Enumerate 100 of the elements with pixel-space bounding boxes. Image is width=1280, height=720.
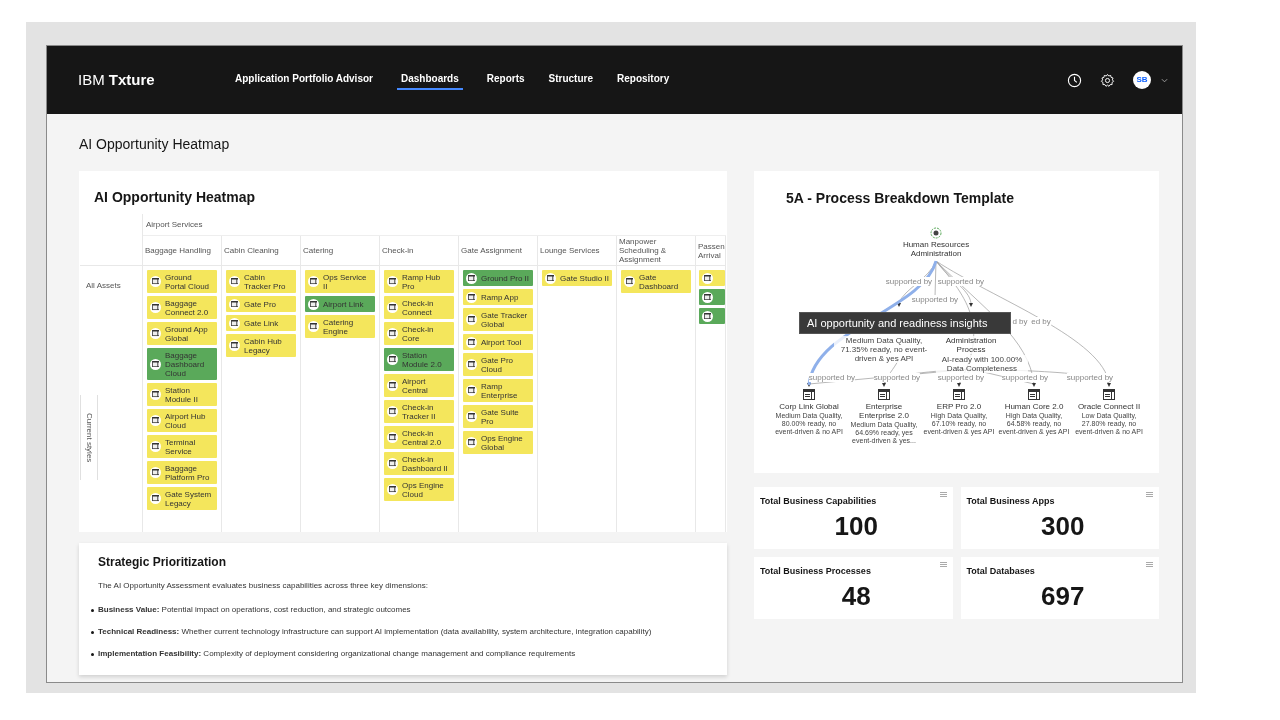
tile-label: Gate Dashboard xyxy=(639,272,680,291)
application-tile[interactable]: Gate System Legacy xyxy=(147,487,217,510)
application-tile[interactable]: Gate Suite Pro xyxy=(463,405,533,428)
application-tile[interactable]: Cabin Tracker Pro xyxy=(226,270,296,293)
application-tile[interactable] xyxy=(699,270,725,286)
edge-label: supported by xyxy=(911,295,959,304)
application-tile[interactable]: Station Module 2.0 xyxy=(384,348,454,371)
bullet-icon xyxy=(91,630,94,634)
node-label: Oracle Connect II xyxy=(1076,402,1142,411)
application-tile[interactable]: Baggage Connect 2.0 xyxy=(147,296,217,319)
server-icon xyxy=(150,358,161,370)
application-tile[interactable]: Airport Central xyxy=(384,374,454,397)
application-tile[interactable]: Airport Link xyxy=(305,296,375,312)
edge-label: supported by xyxy=(885,277,933,286)
bullet-icon xyxy=(91,652,94,656)
tile-label: Airport Link xyxy=(323,299,364,309)
edge-label: supported by xyxy=(1001,373,1049,382)
application-tile[interactable]: Check-in Central 2.0 xyxy=(384,426,454,449)
server-icon xyxy=(150,493,161,504)
application-tile[interactable]: Check-in Tracker II xyxy=(384,400,454,423)
application-tile[interactable]: Ops Engine Global xyxy=(463,431,533,454)
server-icon xyxy=(466,291,477,303)
kpi-value: 300 xyxy=(1040,510,1086,541)
server-icon xyxy=(229,298,240,310)
application-tile[interactable]: Gate Studio II xyxy=(542,270,612,286)
edge-label: supported by xyxy=(1066,373,1114,382)
application-tile[interactable]: Ramp App xyxy=(463,289,533,305)
product-logo[interactable]: IBM Txture xyxy=(78,68,235,92)
node-label: Human Core 2.0 xyxy=(1003,402,1065,411)
tile-label: Station Module II xyxy=(165,385,199,404)
application-tile[interactable]: Ground Portal Cloud xyxy=(147,270,217,293)
chevron-down-icon[interactable] xyxy=(1161,77,1168,83)
nav-link[interactable]: Reports xyxy=(486,70,525,90)
user-avatar[interactable]: SB xyxy=(1133,71,1151,89)
tile-label: Baggage Platform Pro xyxy=(165,463,211,482)
tile-label: Airport Tool xyxy=(481,337,522,347)
server-icon xyxy=(150,328,161,339)
server-icon xyxy=(387,328,398,339)
application-tile[interactable]: Ramp Hub Pro xyxy=(384,270,454,293)
server-icon xyxy=(229,317,240,329)
application-tile[interactable]: Station Module II xyxy=(147,383,217,406)
application-tile[interactable]: Check-in Dashboard II xyxy=(384,452,454,475)
server-icon xyxy=(387,484,398,495)
application-tile[interactable]: Gate Pro xyxy=(226,296,296,312)
node-details: AI-ready with 100.00% Data Completeness xyxy=(936,355,1028,373)
application-tile[interactable]: Ramp Enterprise xyxy=(463,379,533,402)
application-tile[interactable]: Baggage Platform Pro xyxy=(147,461,217,484)
clock-icon[interactable] xyxy=(1067,72,1082,88)
tile-label: Gate Link xyxy=(244,318,279,328)
tile-label: Cabin Tracker Pro xyxy=(244,272,287,291)
application-tile[interactable]: Airport Tool xyxy=(463,334,533,350)
nav-link[interactable]: Application Portfolio Advisor xyxy=(235,70,373,90)
application-tile[interactable]: Gate Pro Cloud xyxy=(463,353,533,376)
node-label: Human Resources Administration xyxy=(901,240,971,258)
nav-link[interactable]: Dashboards xyxy=(396,70,463,90)
application-tile[interactable]: Airport Hub Cloud xyxy=(147,409,217,432)
tile-label: Baggage Connect 2.0 xyxy=(165,298,210,317)
kpi-title: Total Databases xyxy=(966,565,1036,578)
application-tile[interactable]: Gate Link xyxy=(226,315,296,331)
intro-text: The AI Opportunity Assessment evaluates business capabilities across three key dimensions: xyxy=(98,580,429,592)
nav-link[interactable]: Repository xyxy=(617,70,670,90)
application-tile[interactable] xyxy=(699,308,725,324)
kpi-title: Total Business Capabilities xyxy=(760,495,878,508)
kpi-value: 100 xyxy=(833,510,879,541)
application-tile[interactable]: Ops Engine Cloud xyxy=(384,478,454,501)
server-icon xyxy=(545,272,556,284)
tile-label: Gate Suite Pro xyxy=(481,407,520,426)
server-icon xyxy=(466,314,477,325)
application-tile[interactable]: Cabin Hub Legacy xyxy=(226,334,296,357)
server-icon xyxy=(702,272,713,284)
application-tile[interactable] xyxy=(699,289,725,305)
tile-label: Gate System Legacy xyxy=(165,489,213,508)
application-tile[interactable]: Gate Dashboard xyxy=(621,270,691,293)
application-tile[interactable]: Ground Pro II xyxy=(463,270,533,286)
kpi-value: 48 xyxy=(840,580,872,611)
kpi-title: Total Business Processes xyxy=(760,565,872,578)
application-tile[interactable]: Terminal Service xyxy=(147,435,217,458)
settings-icon[interactable] xyxy=(1100,72,1115,88)
card-title: 5A - Process Breakdown Template xyxy=(785,189,1015,208)
nav-link[interactable]: Structure xyxy=(548,70,593,90)
server-icon xyxy=(387,380,398,391)
bullet-text: Business Value: Potential impact on operations, cost reduction, and strategic outcomes xyxy=(98,604,411,616)
application-tile[interactable]: Ops Service II xyxy=(305,270,375,293)
server-icon xyxy=(466,359,477,370)
bullet-icon xyxy=(91,608,94,612)
application-tile[interactable]: Check-in Connect xyxy=(384,296,454,319)
server-icon xyxy=(387,458,398,469)
application-icon xyxy=(953,389,965,400)
card-title: Strategic Prioritization xyxy=(98,554,228,571)
application-tile[interactable]: Baggage Dashboard Cloud xyxy=(147,348,217,380)
server-icon xyxy=(150,276,161,287)
node-label: Enterprise Enterprise 2.0 xyxy=(858,402,910,420)
bullet-text: Technical Readiness: Whether current technology infrastructure can support AI implementation (data availability, system architecture, integration capability) xyxy=(98,626,652,638)
application-tile[interactable]: Catering Engine xyxy=(305,315,375,338)
application-tile[interactable]: Gate Tracker Global xyxy=(463,308,533,331)
application-tile[interactable]: Ground App Global xyxy=(147,322,217,345)
edge-label: supported by xyxy=(873,373,921,382)
application-icon xyxy=(1103,389,1115,400)
application-tile[interactable]: Check-in Core xyxy=(384,322,454,345)
node-label: ERP Pro 2.0 xyxy=(935,402,983,411)
